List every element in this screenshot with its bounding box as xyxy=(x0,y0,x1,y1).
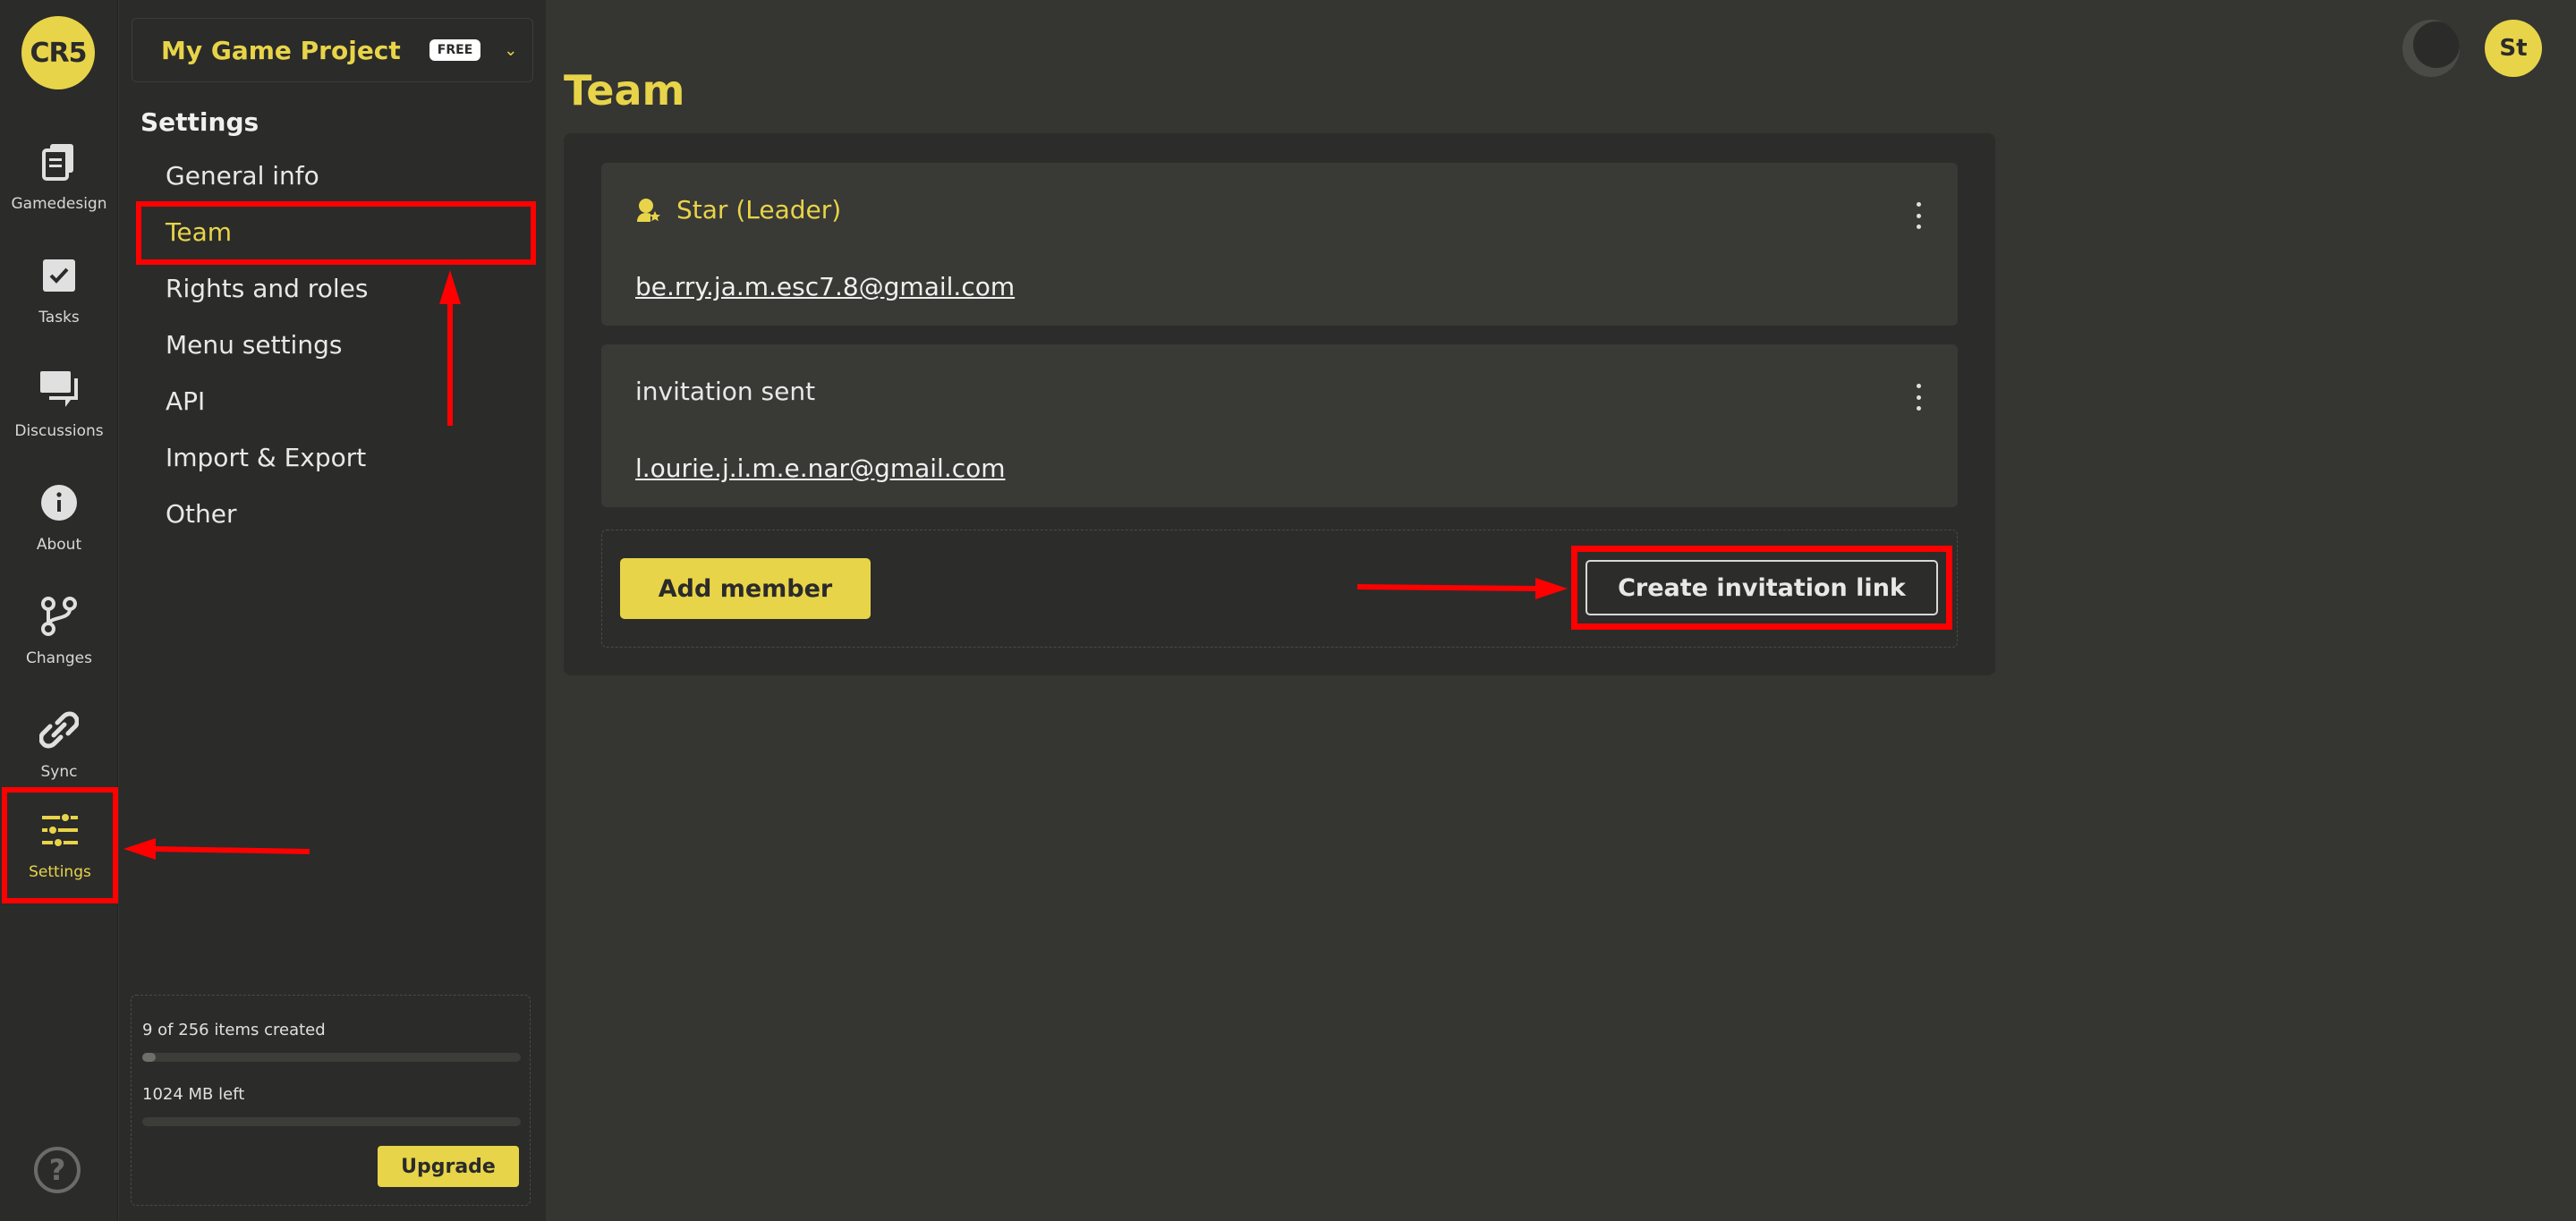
member-name: Star (Leader) xyxy=(676,195,842,225)
info-icon xyxy=(38,482,80,523)
rail-item-about[interactable]: About xyxy=(0,464,118,572)
upgrade-button[interactable]: Upgrade xyxy=(378,1146,519,1187)
team-highlight-box xyxy=(136,201,536,265)
project-selector[interactable]: My Game Project FREE ⌄ xyxy=(132,18,533,82)
menu-item-import-export[interactable]: Import & Export xyxy=(166,443,366,472)
items-progress-fill xyxy=(142,1053,156,1062)
help-icon[interactable]: ? xyxy=(34,1147,81,1193)
chat-bubbles-icon xyxy=(38,369,80,410)
rail-label: Gamedesign xyxy=(11,195,107,213)
plan-badge: FREE xyxy=(429,39,481,61)
member-card: invitation sent l.ourie.j.i.m.e.nar@gmai… xyxy=(601,344,1958,507)
add-member-button[interactable]: Add member xyxy=(620,558,871,619)
rail-item-tasks[interactable]: Tasks xyxy=(0,237,118,344)
leader-badge-icon xyxy=(635,197,660,224)
member-title: invitation sent xyxy=(635,377,816,406)
items-quota-text: 9 of 256 items created xyxy=(142,1021,326,1039)
quota-box: 9 of 256 items created 1024 MB left Upgr… xyxy=(131,995,531,1206)
rail-label: Settings xyxy=(29,863,91,881)
create-invitation-link-button[interactable]: Create invitation link xyxy=(1586,560,1938,615)
settings-heading: Settings xyxy=(140,107,259,137)
kebab-menu-icon[interactable] xyxy=(1908,202,1929,229)
branch-icon xyxy=(38,596,80,637)
project-name: My Game Project xyxy=(161,35,401,65)
icon-rail: CR5 Gamedesign Tasks Discussions About C… xyxy=(0,0,118,1221)
logo-text: CR5 xyxy=(30,37,88,69)
rail-item-gamedesign[interactable]: Gamedesign xyxy=(0,123,118,231)
app-logo[interactable]: CR5 xyxy=(21,16,95,89)
items-progress-bar xyxy=(142,1053,521,1062)
menu-item-other[interactable]: Other xyxy=(166,499,237,529)
rail-item-discussions[interactable]: Discussions xyxy=(0,351,118,458)
storage-quota-text: 1024 MB left xyxy=(142,1085,245,1104)
storage-progress-bar xyxy=(142,1117,521,1126)
rail-label: Sync xyxy=(40,763,78,781)
sliders-icon xyxy=(39,810,81,851)
menu-item-rights-and-roles[interactable]: Rights and roles xyxy=(166,274,368,303)
rail-label: About xyxy=(36,536,82,554)
invite-highlight-box: Create invitation link xyxy=(1571,546,1952,630)
rail-label: Changes xyxy=(26,649,92,667)
chevron-down-icon: ⌄ xyxy=(504,40,518,60)
help-glyph: ? xyxy=(48,1153,66,1187)
menu-item-api[interactable]: API xyxy=(166,386,205,416)
member-email[interactable]: be.rry.ja.m.esc7.8@gmail.com xyxy=(635,272,1015,301)
rail-item-sync[interactable]: Sync xyxy=(0,691,118,799)
documents-icon xyxy=(38,141,80,182)
avatar[interactable]: St xyxy=(2485,20,2542,77)
member-email[interactable]: l.ourie.j.i.m.e.nar@gmail.com xyxy=(635,454,1006,483)
rail-label: Discussions xyxy=(14,422,104,440)
page-title: Team xyxy=(564,66,685,114)
rail-label: Tasks xyxy=(38,309,80,326)
rail-item-settings[interactable]: Settings xyxy=(2,787,118,903)
theme-toggle-icon[interactable] xyxy=(2402,20,2460,77)
member-title: Star (Leader) xyxy=(635,195,841,225)
rail-item-changes[interactable]: Changes xyxy=(0,578,118,685)
menu-item-menu-settings[interactable]: Menu settings xyxy=(166,330,342,360)
member-card: Star (Leader) be.rry.ja.m.esc7.8@gmail.c… xyxy=(601,163,1958,326)
checkbox-icon xyxy=(38,255,80,296)
menu-item-general-info[interactable]: General info xyxy=(166,161,319,191)
kebab-menu-icon[interactable] xyxy=(1908,384,1929,411)
link-icon xyxy=(38,709,80,750)
